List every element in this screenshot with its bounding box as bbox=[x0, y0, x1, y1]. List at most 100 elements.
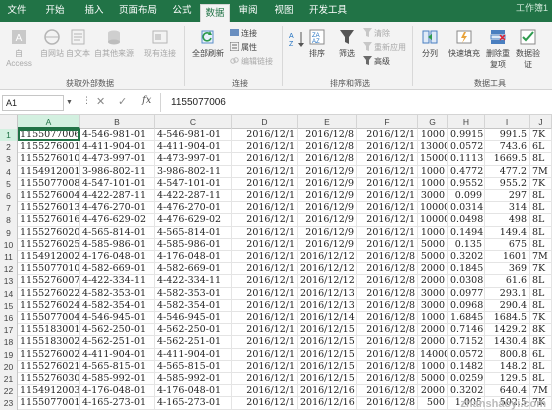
cell-f[interactable]: 2016/12/1 bbox=[357, 141, 418, 154]
cell-g[interactable]: 1000 bbox=[418, 312, 448, 325]
cell-f[interactable]: 2016/12/1 bbox=[357, 226, 418, 239]
cell-d[interactable]: 2016/12/1 bbox=[232, 226, 298, 239]
cell-i[interactable]: 743.6 bbox=[485, 141, 530, 154]
cell-e[interactable]: 2016/12/13 bbox=[298, 299, 357, 312]
cell-c[interactable]: 4-473-997-01 bbox=[155, 153, 232, 166]
remove-duplicates-button[interactable]: 删除重复项 bbox=[484, 28, 512, 70]
cell-h[interactable]: 0.0498 bbox=[448, 214, 485, 227]
column-header-d[interactable]: D bbox=[232, 115, 298, 129]
cell-j[interactable]: 7K bbox=[530, 263, 552, 276]
cell-a[interactable]: 1155276004 bbox=[18, 190, 80, 203]
row-header[interactable]: 10 bbox=[0, 238, 18, 251]
sort-az-button[interactable]: AZ bbox=[288, 30, 304, 50]
cell-j[interactable]: 7M bbox=[530, 385, 552, 398]
cell-h[interactable]: 0.1113 bbox=[448, 153, 485, 166]
cell-j[interactable]: 8K bbox=[530, 336, 552, 349]
cell-j[interactable]: 8L bbox=[530, 275, 552, 288]
cell-e[interactable]: 2016/12/15 bbox=[298, 324, 357, 337]
cell-i[interactable]: 477.2 bbox=[485, 165, 530, 178]
tab-3[interactable]: 页面布局 bbox=[112, 0, 164, 22]
cell-g[interactable]: 15000 bbox=[418, 153, 448, 166]
cell-e[interactable]: 2016/12/15 bbox=[298, 336, 357, 349]
row-header[interactable]: 21 bbox=[0, 373, 18, 386]
filter-button[interactable]: 筛选 bbox=[334, 28, 360, 59]
cell-i[interactable]: 1429.2 bbox=[485, 324, 530, 337]
cell-a[interactable]: 1155276025 bbox=[18, 238, 80, 251]
cell-e[interactable]: 2016/12/9 bbox=[298, 190, 357, 203]
cell-d[interactable]: 2016/12/1 bbox=[232, 312, 298, 325]
cell-b[interactable]: 4-585-986-01 bbox=[80, 238, 155, 251]
row-header[interactable]: 15 bbox=[0, 299, 18, 312]
cell-a[interactable]: 1155077004 bbox=[18, 312, 80, 325]
cell-c[interactable]: 4-411-904-01 bbox=[155, 141, 232, 154]
cell-d[interactable]: 2016/12/1 bbox=[232, 202, 298, 215]
cell-c[interactable]: 4-585-986-01 bbox=[155, 238, 232, 251]
cell-h[interactable]: 0.9552 bbox=[448, 177, 485, 190]
row-header[interactable]: 19 bbox=[0, 348, 18, 361]
cell-b[interactable]: 4-565-814-01 bbox=[80, 226, 155, 239]
cell-a[interactable]: 1154912003 bbox=[18, 385, 80, 398]
cell-f[interactable]: 2016/12/1 bbox=[357, 165, 418, 178]
cell-b[interactable]: 4-473-997-01 bbox=[80, 153, 155, 166]
cell-b[interactable]: 4-422-334-11 bbox=[80, 275, 155, 288]
cell-g[interactable]: 2000 bbox=[418, 336, 448, 349]
cell-h[interactable]: 0.0259 bbox=[448, 373, 485, 386]
cell-j[interactable]: 6L bbox=[530, 348, 552, 361]
cell-i[interactable]: 148.2 bbox=[485, 360, 530, 373]
cell-f[interactable]: 2016/12/8 bbox=[357, 385, 418, 398]
row-header[interactable]: 20 bbox=[0, 360, 18, 373]
column-header-a[interactable]: A bbox=[18, 115, 80, 129]
cell-e[interactable]: 2016/12/12 bbox=[298, 251, 357, 264]
cell-f[interactable]: 2016/12/1 bbox=[357, 238, 418, 251]
cell-b[interactable]: 4-547-101-01 bbox=[80, 177, 155, 190]
edit-links-button[interactable]: 编辑链接 bbox=[230, 56, 273, 68]
cell-f[interactable]: 2016/12/8 bbox=[357, 373, 418, 386]
cell-b[interactable]: 4-176-048-01 bbox=[80, 385, 155, 398]
cell-i[interactable]: 290.4 bbox=[485, 299, 530, 312]
cell-d[interactable]: 2016/12/1 bbox=[232, 397, 298, 410]
cell-f[interactable]: 2016/12/8 bbox=[357, 312, 418, 325]
cell-e[interactable]: 2016/12/9 bbox=[298, 226, 357, 239]
cell-j[interactable]: 8L bbox=[530, 287, 552, 300]
cell-h[interactable]: 0.0968 bbox=[448, 299, 485, 312]
cell-f[interactable]: 2016/12/1 bbox=[357, 214, 418, 227]
cell-i[interactable]: 314 bbox=[485, 202, 530, 215]
cell-d[interactable]: 2016/12/1 bbox=[232, 153, 298, 166]
cell-i[interactable]: 61.6 bbox=[485, 275, 530, 288]
cell-d[interactable]: 2016/12/1 bbox=[232, 214, 298, 227]
cell-f[interactable]: 2016/12/1 bbox=[357, 202, 418, 215]
cell-i[interactable]: 1430.4 bbox=[485, 336, 530, 349]
cell-e[interactable]: 2016/12/12 bbox=[298, 275, 357, 288]
cell-c[interactable]: 4-546-945-01 bbox=[155, 312, 232, 325]
cell-i[interactable]: 1601 bbox=[485, 251, 530, 264]
cell-c[interactable]: 4-562-250-01 bbox=[155, 324, 232, 337]
row-header[interactable]: 3 bbox=[0, 153, 18, 166]
clear-button[interactable]: 清除 bbox=[363, 28, 390, 40]
cell-a[interactable]: 1155183002 bbox=[18, 336, 80, 349]
cell-i[interactable]: 149.4 bbox=[485, 226, 530, 239]
cell-a[interactable]: 1155077008 bbox=[18, 177, 80, 190]
cell-a[interactable]: 1155276030 bbox=[18, 373, 80, 386]
cell-c[interactable]: 4-585-992-01 bbox=[155, 373, 232, 386]
cell-g[interactable]: 5000 bbox=[418, 251, 448, 264]
row-header[interactable]: 11 bbox=[0, 251, 18, 264]
cell-h[interactable]: 0.0314 bbox=[448, 202, 485, 215]
cell-e[interactable]: 2016/12/9 bbox=[298, 202, 357, 215]
cell-g[interactable]: 10000 bbox=[418, 214, 448, 227]
cell-g[interactable]: 2000 bbox=[418, 324, 448, 337]
cell-h[interactable]: 0.0977 bbox=[448, 287, 485, 300]
cell-c[interactable]: 4-562-251-01 bbox=[155, 336, 232, 349]
cell-a[interactable]: 1155276007 bbox=[18, 275, 80, 288]
cell-e[interactable]: 2016/12/9 bbox=[298, 177, 357, 190]
reapply-button[interactable]: 重新应用 bbox=[363, 42, 406, 54]
cell-f[interactable]: 2016/12/8 bbox=[357, 348, 418, 361]
cell-c[interactable]: 4-547-101-01 bbox=[155, 177, 232, 190]
cell-h[interactable]: 0.7146 bbox=[448, 324, 485, 337]
cell-g[interactable]: 2000 bbox=[418, 263, 448, 276]
tab-2[interactable]: 插入 bbox=[80, 0, 108, 22]
cell-i[interactable]: 293.1 bbox=[485, 287, 530, 300]
cell-a[interactable]: 1155276010 bbox=[18, 153, 80, 166]
cell-d[interactable]: 2016/12/1 bbox=[232, 165, 298, 178]
cell-b[interactable]: 4-165-273-01 bbox=[80, 397, 155, 410]
cell-e[interactable]: 2016/12/14 bbox=[298, 312, 357, 325]
